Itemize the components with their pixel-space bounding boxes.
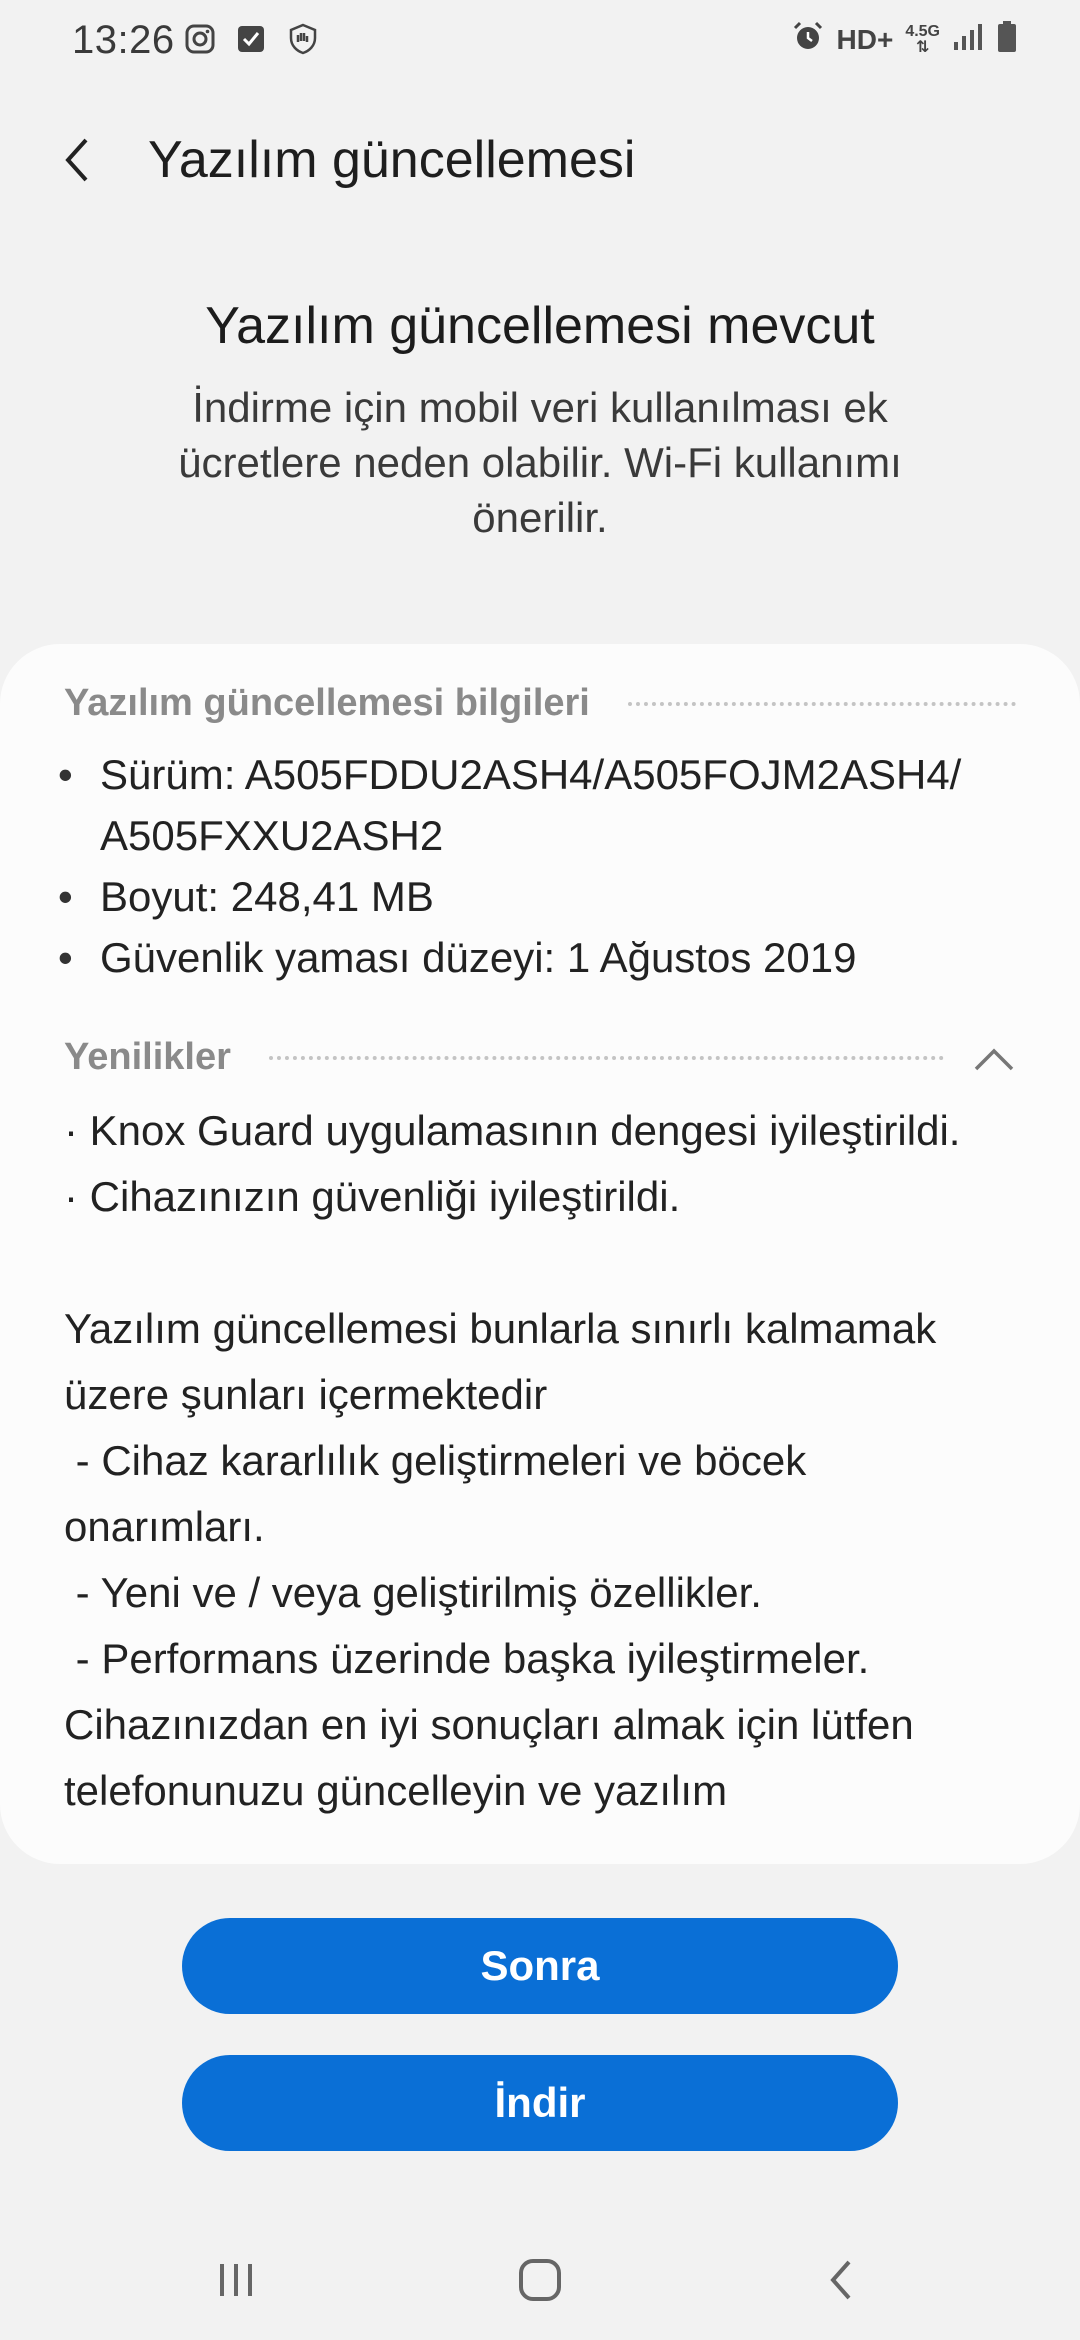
- status-time: 13:26: [72, 18, 175, 62]
- whats-new-line: Cihazınızdan en iyi sonuçları almak için…: [64, 1701, 914, 1814]
- battery-icon: [996, 20, 1018, 59]
- shield-hand-icon: [286, 22, 320, 61]
- checkbox-icon: [236, 24, 266, 59]
- whats-new-line: · Knox Guard uygulamasının dengesi iyile…: [64, 1107, 961, 1154]
- section-divider: [627, 701, 1016, 706]
- back-button[interactable]: [46, 128, 106, 192]
- signal-icon: [952, 22, 984, 57]
- whats-new-spacer: [64, 1230, 1014, 1296]
- status-left-icons: [184, 22, 320, 61]
- back-chevron-icon: [830, 2260, 851, 2300]
- whats-new-line: · Cihazınızın güvenliği iyileştirildi.: [64, 1173, 681, 1220]
- update-details-card[interactable]: Yazılım güncellemesi bilgileri Sürüm: A5…: [0, 644, 1080, 1864]
- alarm-icon: [791, 20, 825, 59]
- network-type-label: 4.5G ⇅: [905, 22, 940, 56]
- info-section-header: Yazılım güncellemesi bilgileri: [64, 682, 1016, 725]
- back-chevron-icon: [65, 138, 88, 182]
- instagram-icon: [184, 23, 216, 60]
- home-button[interactable]: [500, 2250, 580, 2310]
- network-type-text: 4.5G: [905, 22, 940, 40]
- update-available-title: Yazılım güncellemesi mevcut: [205, 297, 875, 355]
- app-bar: Yazılım güncellemesi: [0, 110, 1080, 210]
- status-bar: 13:26 HD+ 4.5G ⇅: [0, 0, 1080, 84]
- software-update-screen: 13:26 HD+ 4.5G ⇅ Yazılım güncellemesi Ya…: [0, 0, 1080, 2340]
- chevron-up-icon[interactable]: [972, 1043, 1016, 1073]
- security-patch-item: Güvenlik yaması düzeyi: 1 Ağustos 2019: [58, 927, 1028, 988]
- whats-new-line: - Yeni ve / veya geliştirilmiş özellikle…: [64, 1569, 762, 1616]
- download-button[interactable]: İndir: [182, 2055, 898, 2151]
- update-available-description: İndirme için mobil veri kullanılması ek …: [178, 384, 902, 541]
- recent-apps-button[interactable]: [196, 2250, 276, 2310]
- whats-new-line: - Performans üzerinde başka iyileştirmel…: [64, 1635, 870, 1682]
- navigation-bar: [0, 2220, 1080, 2340]
- whats-new-label: Yenilikler: [64, 1036, 231, 1078]
- whats-new-content: · Knox Guard uygulamasının dengesi iyile…: [64, 1098, 1014, 1824]
- page-title: Yazılım güncellemesi: [148, 131, 636, 189]
- data-arrows-icon: ⇅: [915, 38, 930, 56]
- whats-new-line: Yazılım güncellemesi bunlarla sınırlı ka…: [64, 1305, 937, 1418]
- info-section-label: Yazılım güncellemesi bilgileri: [64, 682, 590, 724]
- status-right-icons: HD+ 4.5G ⇅: [791, 20, 1018, 59]
- size-item: Boyut: 248,41 MB: [58, 866, 1028, 927]
- whats-new-line: - Cihaz kararlılık geliştirmeleri ve böc…: [64, 1437, 818, 1550]
- later-button[interactable]: Sonra: [182, 1918, 898, 2014]
- update-info-list: Sürüm: A505FDDU2ASH4/A505FOJM2ASH4/ A505…: [58, 744, 1028, 988]
- back-nav-button[interactable]: [800, 2250, 880, 2310]
- section-divider: [268, 1055, 944, 1060]
- whats-new-header[interactable]: Yenilikler: [64, 1036, 1016, 1079]
- home-icon: [519, 2259, 561, 2301]
- recent-apps-icon: [220, 2264, 252, 2296]
- hd-plus-label: HD+: [836, 23, 894, 55]
- version-item: Sürüm: A505FDDU2ASH4/A505FOJM2ASH4/ A505…: [58, 744, 1028, 866]
